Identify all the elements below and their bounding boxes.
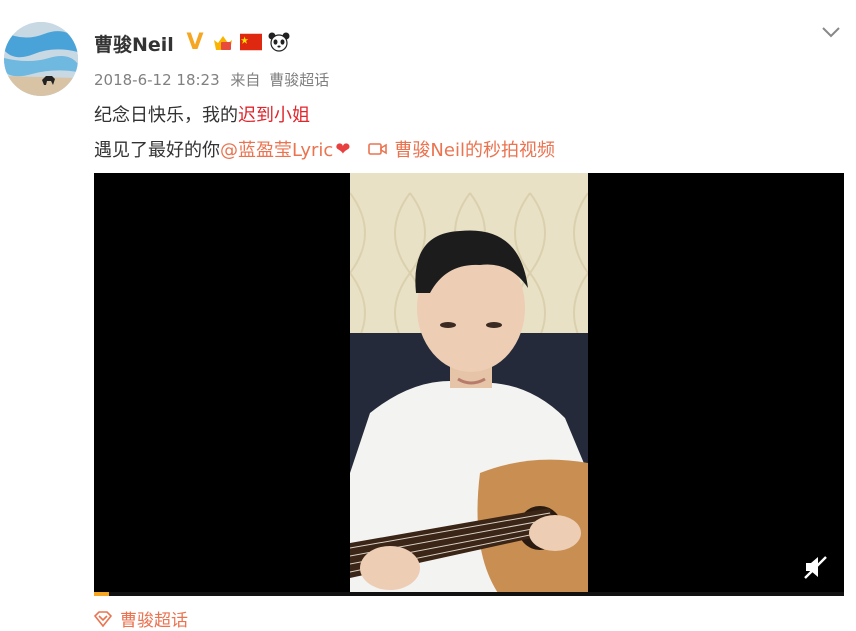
mention-link[interactable]: @蓝盈莹Lyric bbox=[220, 136, 333, 162]
post-timestamp[interactable]: 2018-6-12 18:23 bbox=[94, 71, 220, 89]
post-text: 纪念日快乐，我的 bbox=[94, 105, 238, 126]
video-link-label: 曹骏Neil的秒拍视频 bbox=[394, 140, 555, 161]
username[interactable]: 曹骏Neil bbox=[94, 30, 174, 57]
topic-label: 曹骏超话 bbox=[120, 611, 188, 631]
highlighted-text[interactable]: 迟到小姐 bbox=[238, 105, 310, 126]
member-crown-icon[interactable] bbox=[212, 31, 234, 53]
video-progress-fill bbox=[94, 592, 109, 596]
mute-icon[interactable] bbox=[802, 554, 830, 580]
panda-icon[interactable] bbox=[268, 31, 290, 53]
video-progress-bar[interactable] bbox=[94, 592, 844, 596]
chevron-down-icon[interactable] bbox=[820, 20, 842, 42]
avatar[interactable] bbox=[4, 22, 78, 96]
verified-v-icon[interactable]: V bbox=[184, 30, 206, 55]
topic-link[interactable]: 曹骏超话 bbox=[94, 606, 188, 631]
post-source[interactable]: 曹骏超话 bbox=[269, 71, 329, 89]
post-text-line-1: 纪念日快乐，我的迟到小姐 bbox=[94, 101, 310, 127]
heart-emoji: ❤ bbox=[335, 138, 351, 160]
post-meta: 2018-6-12 18:23 来自 曹骏超话 bbox=[94, 69, 329, 90]
video-camera-icon bbox=[368, 143, 388, 155]
video-link[interactable]: 曹骏Neil的秒拍视频 bbox=[368, 136, 555, 162]
video-player[interactable] bbox=[94, 173, 844, 596]
super-topic-icon bbox=[94, 610, 112, 627]
video-frame bbox=[350, 173, 588, 596]
post-text: 遇见了最好的你 bbox=[94, 140, 220, 161]
post-text-line-2: 遇见了最好的你 @蓝盈莹Lyric ❤ 曹骏Neil的秒拍视频 bbox=[94, 136, 555, 162]
china-flag-icon[interactable] bbox=[240, 31, 262, 53]
source-prefix: 来自 bbox=[230, 71, 261, 89]
user-badges: V bbox=[184, 30, 290, 55]
